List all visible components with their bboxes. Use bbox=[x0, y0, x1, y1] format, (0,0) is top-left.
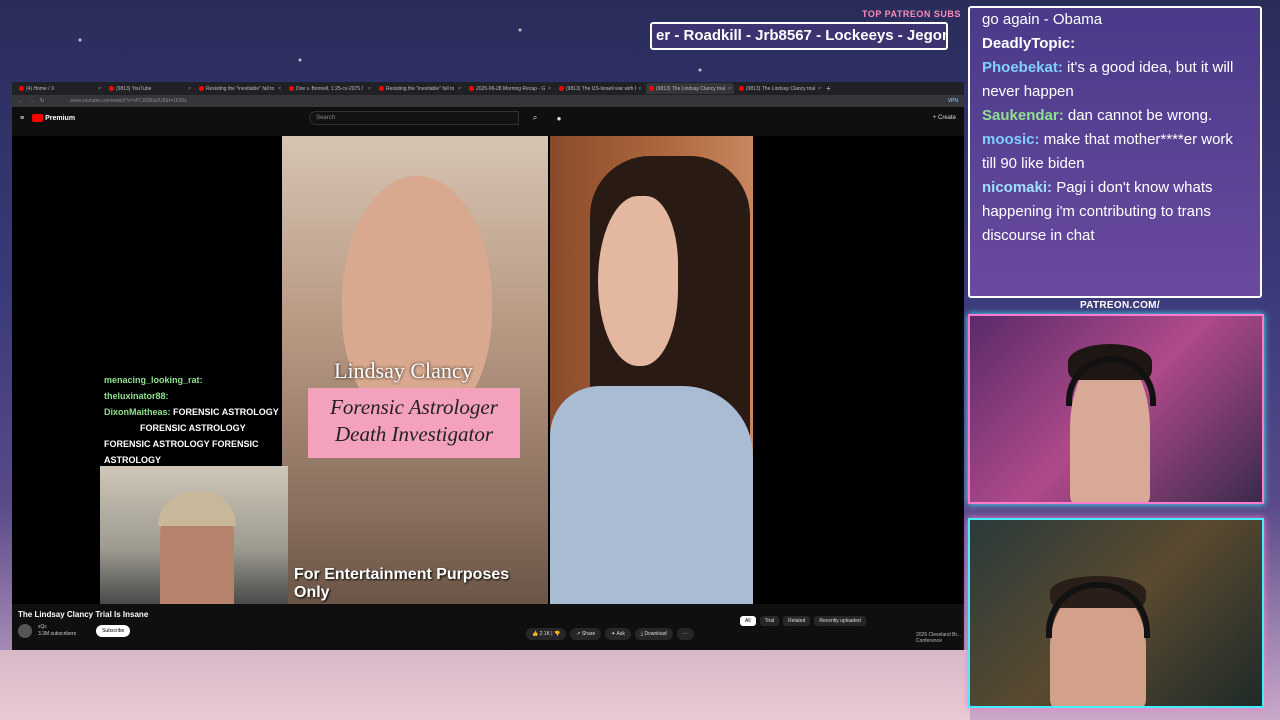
channel-row: xQc 3.3M subscribers Subscribe bbox=[18, 624, 131, 638]
youtube-play-icon bbox=[32, 114, 44, 122]
close-icon[interactable]: × bbox=[188, 86, 191, 92]
patreon-subs-title: TOP PATREON SUBS bbox=[862, 9, 961, 19]
video-info-bar: The Lindsay Clancy Trial Is Insane xQc 3.… bbox=[12, 604, 964, 650]
video-name-label: Lindsay Clancy bbox=[334, 358, 473, 383]
favicon-icon bbox=[19, 86, 24, 91]
close-icon[interactable]: × bbox=[98, 86, 101, 92]
menu-icon[interactable]: ≡ bbox=[20, 115, 24, 122]
vpn-badge[interactable]: VPN bbox=[948, 98, 958, 104]
favicon-icon bbox=[109, 86, 114, 91]
favicon-icon bbox=[649, 86, 654, 91]
video-caption: For Entertainment Purposes Only bbox=[294, 566, 510, 601]
woman-profile bbox=[598, 196, 678, 366]
browser-tab[interactable]: 2025-06-28 Morning Recap - G × bbox=[466, 83, 554, 94]
chat-message: moosic: make that mother****er work till… bbox=[982, 131, 1233, 172]
patreon-url: PATREON.COM/ bbox=[1080, 300, 1160, 311]
chat-message: Saukendar: dan cannot be wrong. bbox=[982, 107, 1213, 124]
microphone-icon[interactable]: ● bbox=[551, 111, 567, 125]
search-icon[interactable]: ⌕ bbox=[527, 111, 543, 125]
chip-related[interactable]: Related bbox=[783, 616, 811, 626]
host-webcam-top bbox=[968, 314, 1264, 504]
chip-recently-uploaded[interactable]: Recently uploaded bbox=[814, 616, 866, 626]
close-icon[interactable]: × bbox=[638, 86, 641, 92]
favicon-icon bbox=[469, 86, 474, 91]
browser-tab[interactable]: Doe v. Bonnell, 1:25-cv-2075 /× bbox=[286, 83, 374, 94]
browser-tab[interactable]: (9813) The US-Israeli war with I × bbox=[556, 83, 644, 94]
close-icon[interactable]: × bbox=[458, 86, 461, 92]
close-icon[interactable]: × bbox=[548, 86, 551, 92]
new-tab-icon[interactable]: + bbox=[826, 84, 831, 93]
tab-strip: (4) Home / X × (9813) YouTube × Resisting … bbox=[12, 82, 964, 95]
woman-shirt bbox=[550, 386, 753, 604]
chat-message: Phoebekat: it's a good idea, but it will… bbox=[982, 59, 1234, 100]
host-webcam-bottom bbox=[968, 518, 1264, 708]
chat-message: go again - Obama bbox=[982, 11, 1103, 28]
browser-tab[interactable]: (9813) The Lindsay Clancy trial × bbox=[736, 83, 824, 94]
patreon-subs-ticker: er - Roadkill - Jrb8567 - Lockeeys - Jeg… bbox=[650, 22, 948, 50]
ask-button[interactable]: ✦ Ask bbox=[605, 628, 631, 640]
browser-tab[interactable]: Resisting the "inevitable" fall to × bbox=[376, 83, 464, 94]
reload-icon[interactable]: ↻ bbox=[40, 98, 44, 104]
forward-icon[interactable]: → bbox=[29, 98, 34, 104]
close-icon[interactable]: × bbox=[278, 86, 281, 92]
video-frame-right bbox=[550, 136, 753, 604]
overlay-chat-line: FORENSIC ASTROLOGY bbox=[140, 423, 246, 433]
chat-message: nicomaki: Pagi i don't know whats happen… bbox=[982, 179, 1213, 244]
create-button[interactable]: + Create bbox=[933, 115, 956, 121]
subscribe-button[interactable]: Subscribe bbox=[96, 625, 131, 637]
stream-chat: go again - Obama DeadlyTopic: Phoebekat:… bbox=[968, 6, 1262, 298]
browser-tab[interactable]: (4) Home / X × bbox=[16, 83, 104, 94]
browser-tab-active[interactable]: (9813) The Lindsay Clancy trial × bbox=[646, 83, 734, 94]
streamer-hair bbox=[158, 492, 236, 526]
like-button[interactable]: 👍 2.1K | 👎 bbox=[526, 628, 567, 640]
video-actions: 👍 2.1K | 👎 ↗ Share ✦ Ask ⤓ Download ··· bbox=[526, 628, 694, 640]
video-title-box: Forensic Astrologer Death Investigator bbox=[308, 388, 520, 458]
video-frame-left: Lindsay Clancy Forensic Astrologer Death… bbox=[282, 136, 548, 604]
favicon-icon bbox=[559, 86, 564, 91]
channel-name[interactable]: xQc bbox=[38, 624, 47, 630]
overlay-chat-line: DixonMaitheas: FORENSIC ASTROLOGY bbox=[104, 407, 279, 417]
subscriber-count: 3.3M subscribers bbox=[38, 631, 77, 637]
chip-trial[interactable]: Trial bbox=[759, 616, 780, 626]
back-icon[interactable]: ← bbox=[18, 98, 23, 104]
favicon-icon bbox=[739, 86, 744, 91]
overlay-chat: menacing_looking_rat: theluxinator88: Di… bbox=[104, 372, 300, 468]
background-band bbox=[0, 650, 970, 720]
overlay-chat-line: theluxinator88: bbox=[104, 391, 169, 401]
video-title: The Lindsay Clancy Trial Is Insane bbox=[18, 610, 149, 619]
search-input[interactable]: Search bbox=[309, 111, 520, 125]
download-button[interactable]: ⤓ Download bbox=[634, 628, 673, 640]
filter-chips: All Trial Related Recently uploaded bbox=[740, 616, 866, 626]
browser-window: (4) Home / X × (9813) YouTube × Resisting … bbox=[12, 82, 964, 650]
close-icon[interactable]: × bbox=[818, 86, 821, 92]
overlay-chat-line: menacing_looking_rat: bbox=[104, 375, 203, 385]
url-field[interactable]: www.youtube.com/watch?v=xPC8SBIs2U8&t=16… bbox=[50, 98, 942, 104]
video-player[interactable]: Lindsay Clancy Forensic Astrologer Death… bbox=[12, 136, 964, 604]
favicon-icon bbox=[379, 86, 384, 91]
favicon-icon bbox=[199, 86, 204, 91]
youtube-logo[interactable]: Premium bbox=[32, 114, 75, 122]
share-button[interactable]: ↗ Share bbox=[570, 628, 602, 640]
avatar[interactable] bbox=[18, 624, 32, 638]
close-icon[interactable]: × bbox=[728, 86, 731, 92]
streamer-webcam bbox=[100, 466, 288, 604]
overlay-chat-line: FORENSIC ASTROLOGY FORENSIC bbox=[104, 439, 259, 449]
favicon-icon bbox=[289, 86, 294, 91]
recommended-video[interactable]: 2026 Cleveland Br... Conference bbox=[916, 632, 964, 644]
chip-all[interactable]: All bbox=[740, 616, 756, 626]
close-icon[interactable]: × bbox=[368, 86, 371, 92]
address-bar: ← → ↻ www.youtube.com/watch?v=xPC8SBIs2U… bbox=[12, 95, 964, 107]
more-icon[interactable]: ··· bbox=[676, 628, 694, 640]
browser-tab[interactable]: (9813) YouTube × bbox=[106, 83, 194, 94]
youtube-header: ≡ Premium Search ⌕ ● + Create bbox=[12, 107, 964, 129]
chat-message: DeadlyTopic: bbox=[982, 35, 1076, 52]
browser-tab[interactable]: Resisting the "inevitable" fall to × bbox=[196, 83, 284, 94]
